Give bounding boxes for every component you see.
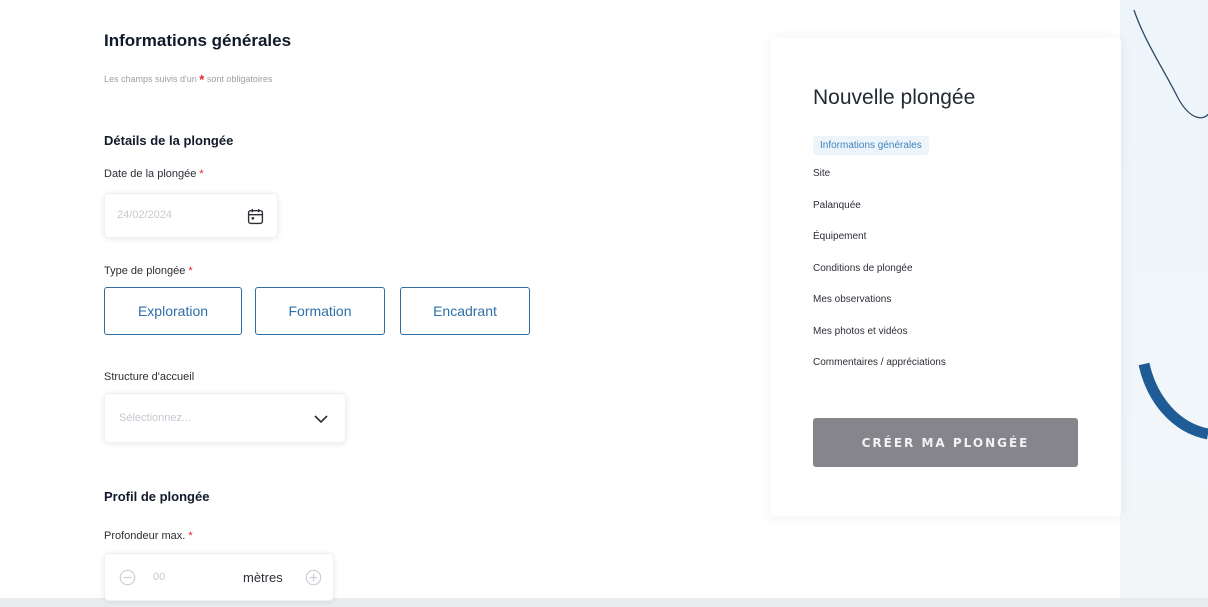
dive-type-exploration-button[interactable]: Exploration: [104, 287, 242, 335]
date-field[interactable]: 24/02/2024: [104, 193, 278, 238]
dive-type-label: Type de plongée *: [104, 265, 193, 277]
new-dive-card: Nouvelle plongée Informations générales …: [771, 38, 1121, 516]
date-label: Date de la plongée *: [104, 168, 204, 180]
structure-label: Structure d'accueil: [104, 371, 195, 383]
max-depth-unit: mètres: [243, 570, 283, 585]
structure-placeholder: Sélectionnez...: [119, 412, 192, 424]
step-site[interactable]: Site: [813, 168, 830, 179]
dive-type-formation-button[interactable]: Formation: [255, 287, 385, 335]
required-star-icon: *: [188, 265, 193, 277]
structure-select[interactable]: Sélectionnez...: [104, 393, 346, 443]
max-depth-value: 00: [153, 571, 166, 583]
date-value: 24/02/2024: [117, 209, 173, 221]
section-title: Informations générales: [104, 31, 292, 50]
step-informations-generales[interactable]: Informations générales: [813, 136, 929, 155]
step-commentaires[interactable]: Commentaires / appréciations: [813, 357, 946, 368]
step-conditions[interactable]: Conditions de plongée: [813, 263, 913, 274]
step-photos-videos[interactable]: Mes photos et vidéos: [813, 326, 908, 337]
calendar-icon[interactable]: [247, 208, 264, 225]
dive-type-encadrant-button[interactable]: Encadrant: [400, 287, 530, 335]
profile-title: Profil de plongée: [104, 489, 210, 504]
required-star-icon: *: [199, 168, 204, 180]
card-title: Nouvelle plongée: [813, 86, 976, 109]
step-equipement[interactable]: Équipement: [813, 231, 866, 242]
required-fields-note: Les champs suivis d'un * sont obligatoir…: [104, 72, 273, 87]
minus-circle-icon[interactable]: [119, 569, 136, 586]
dive-details-title: Détails de la plongée: [104, 133, 234, 148]
max-depth-label: Profondeur max. *: [104, 530, 193, 542]
required-star-icon: *: [199, 72, 205, 87]
create-dive-button[interactable]: CRÉER MA PLONGÉE: [813, 418, 1078, 467]
max-depth-stepper[interactable]: 00 mètres: [104, 553, 334, 601]
required-star-icon: *: [188, 530, 193, 542]
plus-circle-icon[interactable]: [305, 569, 322, 586]
chevron-down-icon: [314, 415, 328, 424]
step-palanquee[interactable]: Palanquée: [813, 200, 861, 211]
step-observations[interactable]: Mes observations: [813, 294, 891, 305]
